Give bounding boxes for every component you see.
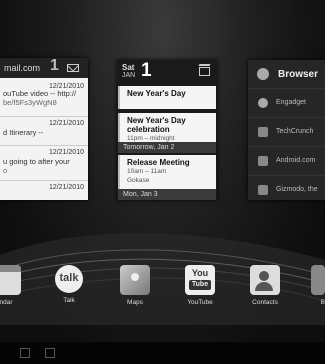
email-snippet-2: be/f5Fs3yWgN8 [3,98,57,107]
dock-app-label: ndar [0,299,13,306]
talk-icon-text: talk [59,272,79,284]
bookmark-item[interactable]: Engadget [248,89,325,118]
calendar-widget[interactable]: Sat JAN 1 New Year's Day New Year's Day … [117,60,217,200]
calendar-day: 1 [141,60,152,81]
browser-header[interactable]: Browser [248,60,325,89]
gizmodo-icon [258,185,268,195]
dock-app-talk[interactable]: talk Talk [49,265,89,304]
calendar-event[interactable]: Release Meeting 10am – 11am Gokase [118,155,216,189]
email-snippet: u going to after your [3,157,70,166]
browser-bookmarks-widget[interactable]: Browser Engadget TechCrunch Android.com … [248,60,325,200]
dock-app-label: Contacts [252,299,278,306]
gmail-account: mail.com [4,63,41,73]
home-icon[interactable] [45,348,55,358]
browser-globe-icon [257,68,269,80]
bookmark-label: TechCrunch [276,128,314,135]
calendar-header: Sat JAN 1 [117,60,217,86]
event-title: New Year's Day celebration [127,116,186,134]
email-row[interactable]: 12/21/2010 u going to after your o [0,146,88,181]
mail-icon[interactable] [67,64,79,72]
dock-app-maps[interactable]: Maps [115,265,155,306]
techcrunch-icon [258,127,268,137]
calendar-event[interactable]: New Year's Day [118,86,216,109]
android-icon [258,156,268,166]
event-location: Gokase [127,177,150,184]
bookmark-label: Engadget [276,99,306,106]
dock-app-calendar[interactable]: ndar [0,265,26,306]
dock-app-contacts[interactable]: Contacts [245,265,285,306]
browser-title: Browser [278,69,319,80]
app-icon [311,265,325,295]
gmail-header: mail.com 1 [0,58,88,78]
dock-app-label: Maps [127,299,143,306]
calendar-day-separator: Tomorrow, Jan 2 [118,142,216,153]
engadget-icon [258,98,268,108]
youtube-icon-tube: Tube [189,280,211,290]
talk-icon: talk [55,265,83,293]
event-title: Release Meeting [127,158,190,167]
back-icon[interactable] [20,348,30,358]
bookmark-label: Android.com [276,157,316,164]
email-snippet-2: o [3,166,8,175]
event-time: 10am – 11am [127,168,167,175]
maps-icon [120,265,150,295]
system-bar [0,342,325,364]
dock-app-label: YouTube [187,299,213,306]
email-snippet: ouTube video -- http:// [3,89,77,98]
dock-app-label: B [320,299,325,306]
dock-app-youtube[interactable]: You Tube YouTube [180,265,220,306]
calendar-event[interactable]: New Year's Day celebration 11pm – midnig… [118,113,216,142]
bookmark-item[interactable]: Android.com [248,147,325,176]
email-date: 12/21/2010 [48,184,84,191]
email-snippet: d Itinerary -- [3,128,44,137]
bookmark-item[interactable]: TechCrunch [248,118,325,147]
email-date: 12/21/2010 [48,120,84,127]
contacts-body-shape [255,282,273,291]
maps-pin-icon [131,273,139,281]
bookmark-label: Gizmodo, the [276,186,318,193]
email-date: 12/21/2010 [48,149,84,156]
gmail-unread-count: 1 [50,58,59,74]
contacts-head-shape [259,271,269,281]
email-row[interactable]: 12/21/2010 ouTube video -- http:// be/f5… [0,78,88,117]
calendar-month: JAN [122,72,136,79]
youtube-icon-you: You [191,268,209,278]
email-row[interactable]: 12/21/2010 d Itinerary -- [0,117,88,146]
contacts-icon [250,265,280,295]
calendar-new-event-icon[interactable] [199,67,210,76]
bookmark-item[interactable]: Gizmodo, the [248,176,325,200]
calendar-day-separator: Mon, Jan 3 [118,189,216,200]
dock-app-partial[interactable]: B [300,265,325,306]
calendar-icon [0,265,21,295]
gmail-widget[interactable]: mail.com 1 12/21/2010 ouTube video -- ht… [0,58,88,200]
dock-app-label: Talk [63,297,75,304]
calendar-dow: Sat [122,63,135,72]
youtube-icon: You Tube [185,265,215,295]
event-title: New Year's Day [127,89,186,98]
event-time: 11pm – midnight [127,135,175,142]
email-row[interactable]: 12/21/2010 [0,181,88,200]
